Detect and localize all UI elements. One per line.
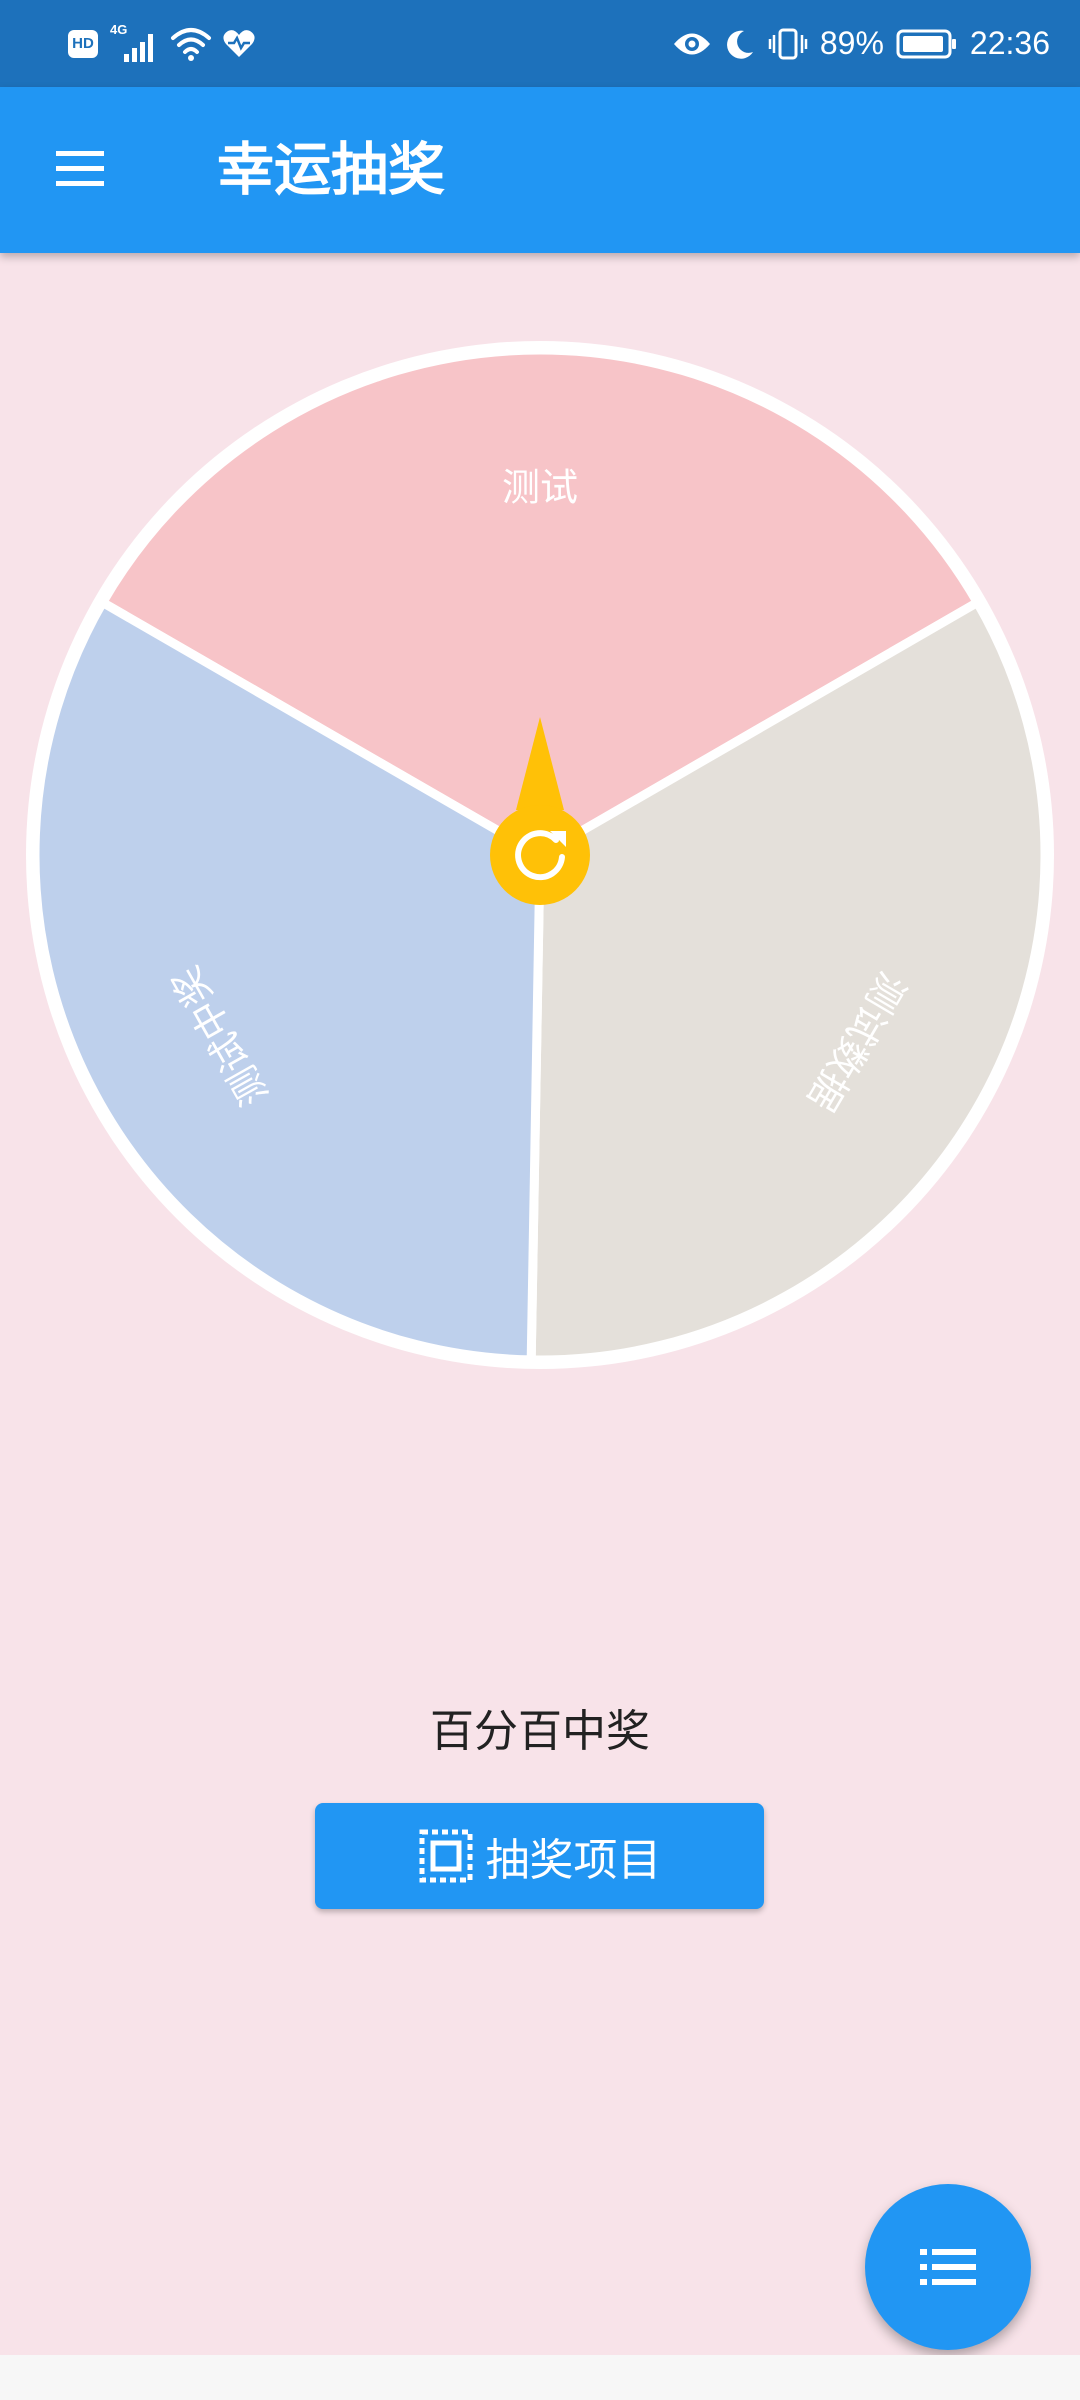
health-heart-icon bbox=[223, 29, 255, 57]
wifi-icon bbox=[171, 27, 211, 61]
app-bar: 幸运抽奖 bbox=[0, 87, 1080, 253]
draw-items-button[interactable]: 抽奖项目 bbox=[315, 1803, 764, 1909]
battery-icon bbox=[896, 29, 956, 58]
wheel-segment-label: 测试 bbox=[502, 466, 578, 510]
eye-comfort-icon bbox=[673, 33, 710, 54]
list-icon bbox=[920, 2249, 976, 2285]
hd-badge: HD bbox=[68, 29, 98, 58]
list-fab-button[interactable] bbox=[865, 2184, 1031, 2350]
menu-icon[interactable] bbox=[48, 140, 120, 200]
status-bar: HD 4G 89% 22:36 bbox=[0, 0, 1080, 87]
svg-text:4G: 4G bbox=[110, 22, 127, 37]
clock-time: 22:36 bbox=[969, 25, 1050, 61]
vibrate-icon bbox=[768, 28, 808, 59]
draw-items-button-label: 抽奖项目 bbox=[485, 1835, 662, 1886]
battery-percent: 89% bbox=[819, 25, 884, 61]
moon-icon bbox=[726, 30, 753, 59]
select-box-icon bbox=[419, 1829, 472, 1883]
navigation-bar-area bbox=[0, 2355, 1080, 2400]
app-title: 幸运抽奖 bbox=[217, 137, 445, 203]
status-left-group: HD 4G bbox=[68, 0, 256, 87]
lucky-wheel[interactable]: 测试 测试数据 测试中奖 bbox=[20, 335, 1060, 1375]
signal-icon: 4G bbox=[110, 22, 153, 62]
status-right-group: 89% 22:36 bbox=[672, 0, 1050, 87]
result-text: 百分百中奖 bbox=[430, 1706, 650, 1757]
